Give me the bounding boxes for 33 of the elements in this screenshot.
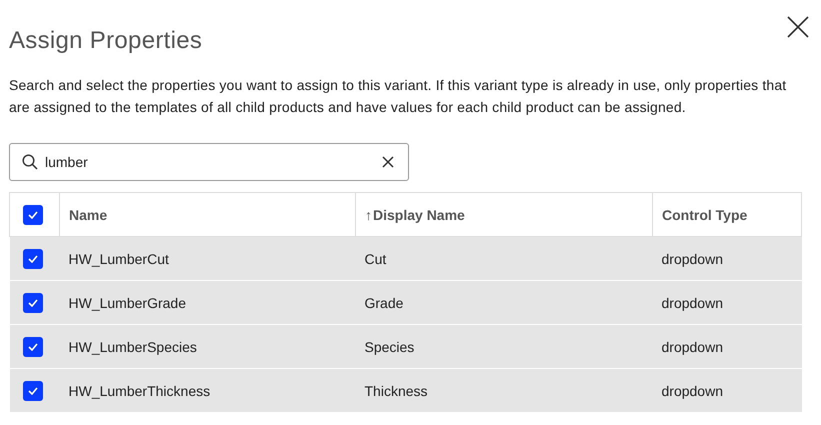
dialog-title: Assign Properties bbox=[9, 27, 204, 55]
check-icon bbox=[28, 210, 38, 218]
clear-icon[interactable] bbox=[382, 156, 394, 168]
check-icon bbox=[28, 298, 38, 306]
table-row[interactable]: HW_LumberGrade Grade dropdown bbox=[10, 280, 802, 324]
description-text: Search and select the properties you want to assign to this variant. If this variant type is already in use, only properties that are assigned to the templates of all child products and have values for each child product can be assigned. bbox=[9, 76, 788, 117]
table-cell: Species bbox=[364, 338, 414, 354]
table-row[interactable]: HW_LumberSpecies Species dropdown bbox=[10, 324, 802, 368]
check-icon bbox=[28, 342, 38, 350]
table-cell: Grade bbox=[364, 294, 404, 310]
column-header[interactable]: Name bbox=[69, 206, 108, 222]
table-cell: HW_LumberGrade bbox=[68, 294, 186, 310]
table-cell: Cut bbox=[364, 250, 386, 266]
search-field[interactable]: lumber bbox=[9, 143, 409, 181]
row-checkbox[interactable] bbox=[22, 248, 42, 268]
table-cell: HW_LumberThickness bbox=[68, 382, 210, 398]
check-icon bbox=[28, 386, 38, 394]
table-row[interactable]: HW_LumberCut Cut dropdown bbox=[10, 236, 802, 280]
table-cell: HW_LumberSpecies bbox=[68, 338, 197, 354]
select-all-checkbox[interactable] bbox=[23, 204, 43, 224]
column-header[interactable]: ↑Display Name bbox=[365, 206, 465, 222]
close-icon[interactable] bbox=[787, 16, 809, 38]
row-checkbox[interactable] bbox=[22, 380, 42, 400]
table-cell: dropdown bbox=[662, 338, 723, 354]
table-row[interactable]: HW_LumberThickness Thickness dropdown bbox=[10, 368, 802, 412]
table-cell: dropdown bbox=[662, 250, 723, 266]
table-cell: dropdown bbox=[662, 294, 723, 310]
table-cell: Thickness bbox=[364, 382, 428, 398]
table-cell: HW_LumberCut bbox=[68, 250, 169, 266]
table-cell: dropdown bbox=[662, 382, 723, 398]
row-checkbox[interactable] bbox=[22, 292, 42, 312]
check-icon bbox=[28, 254, 38, 262]
row-checkbox[interactable] bbox=[22, 336, 42, 356]
